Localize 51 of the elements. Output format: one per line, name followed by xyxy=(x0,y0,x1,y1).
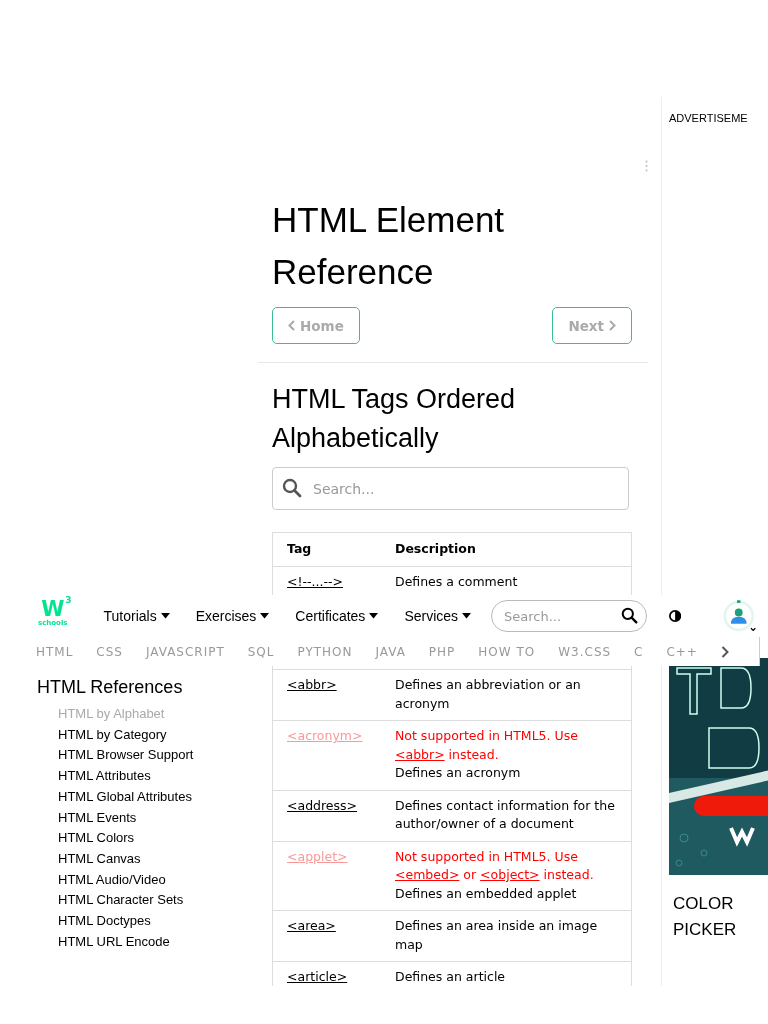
sidebar-title: HTML References xyxy=(37,677,184,698)
tag-link[interactable]: <article> xyxy=(287,969,348,984)
contrast-icon[interactable] xyxy=(669,609,682,623)
sidebar-link[interactable]: HTML Colors xyxy=(37,828,258,849)
sidebar-link[interactable]: HTML Character Sets xyxy=(37,890,258,912)
color-picker-link[interactable]: COLOR PICKER xyxy=(669,891,753,943)
sidebar-link[interactable]: HTML by Category xyxy=(37,724,258,746)
page-title: HTML Element Reference xyxy=(272,199,506,293)
search-field[interactable]: Search... xyxy=(272,467,629,510)
deprecation-note: Not supported in HTML5. Use <abbr> instead. xyxy=(395,727,579,764)
tag-link[interactable]: <!--...--> xyxy=(287,573,343,589)
tag-link[interactable]: <abbr> xyxy=(395,746,445,762)
column-header: Description xyxy=(381,532,632,566)
tag-link[interactable]: <embed> xyxy=(395,867,460,882)
tag-description: Defines contact information for the author/owner of a document xyxy=(395,796,616,833)
menu-dropdown[interactable]: Certificates xyxy=(295,608,379,624)
menu-dropdown[interactable]: Services xyxy=(404,608,472,624)
search-icon xyxy=(621,607,639,624)
search-icon xyxy=(282,478,302,498)
column-header: Tag xyxy=(272,532,381,566)
menu-dropdown[interactable]: Exercises xyxy=(195,608,270,624)
section-heading: HTML Tags Ordered Alphabetically xyxy=(272,383,517,455)
caret-icon xyxy=(260,613,270,619)
sidebar-link[interactable]: HTML Audio/Video xyxy=(37,869,258,891)
sidebar-link[interactable]: HTML URL Encode xyxy=(37,931,258,953)
caret-icon xyxy=(369,613,379,619)
chevron-right-icon[interactable] xyxy=(720,645,729,658)
tag-description: Defines an embedded applet xyxy=(395,884,578,903)
sidebar-link[interactable]: HTML Global Attributes xyxy=(37,786,258,808)
deprecation-note: Not supported in HTML5. Use <embed> or <object> instead. xyxy=(395,847,595,884)
caret-icon xyxy=(462,613,472,619)
caret-icon xyxy=(160,613,170,619)
menu-dropdown[interactable]: Tutorials xyxy=(103,608,170,624)
tag-description: Defines an acronym xyxy=(395,764,522,782)
sidebar-link[interactable]: HTML Attributes xyxy=(37,766,258,787)
sidebar-link[interactable]: HTML Events xyxy=(37,807,258,829)
tag-link[interactable]: <address> xyxy=(287,797,358,813)
chevron-icon xyxy=(288,320,295,331)
tag-link[interactable]: <area> xyxy=(287,918,336,933)
tag-link[interactable]: <object> xyxy=(480,867,540,882)
sidebar-link[interactable]: HTML Browser Support xyxy=(37,745,258,767)
search-field[interactable]: Search... xyxy=(491,600,648,632)
tag-description: Defines an article xyxy=(395,968,507,986)
chevron-icon xyxy=(609,320,616,331)
tag-description: Defines a comment xyxy=(395,572,519,591)
tag-link[interactable]: <abbr> xyxy=(287,677,337,692)
tag-description: Defines an abbreviation or an acronym xyxy=(395,676,582,713)
sidebar-link[interactable]: HTML Canvas xyxy=(37,848,258,870)
ad-label: ADVERTISEME xyxy=(669,112,749,124)
sidebar-link[interactable]: HTML Doctypes xyxy=(37,911,258,932)
tag-description: Defines an area inside an image map xyxy=(395,917,599,954)
